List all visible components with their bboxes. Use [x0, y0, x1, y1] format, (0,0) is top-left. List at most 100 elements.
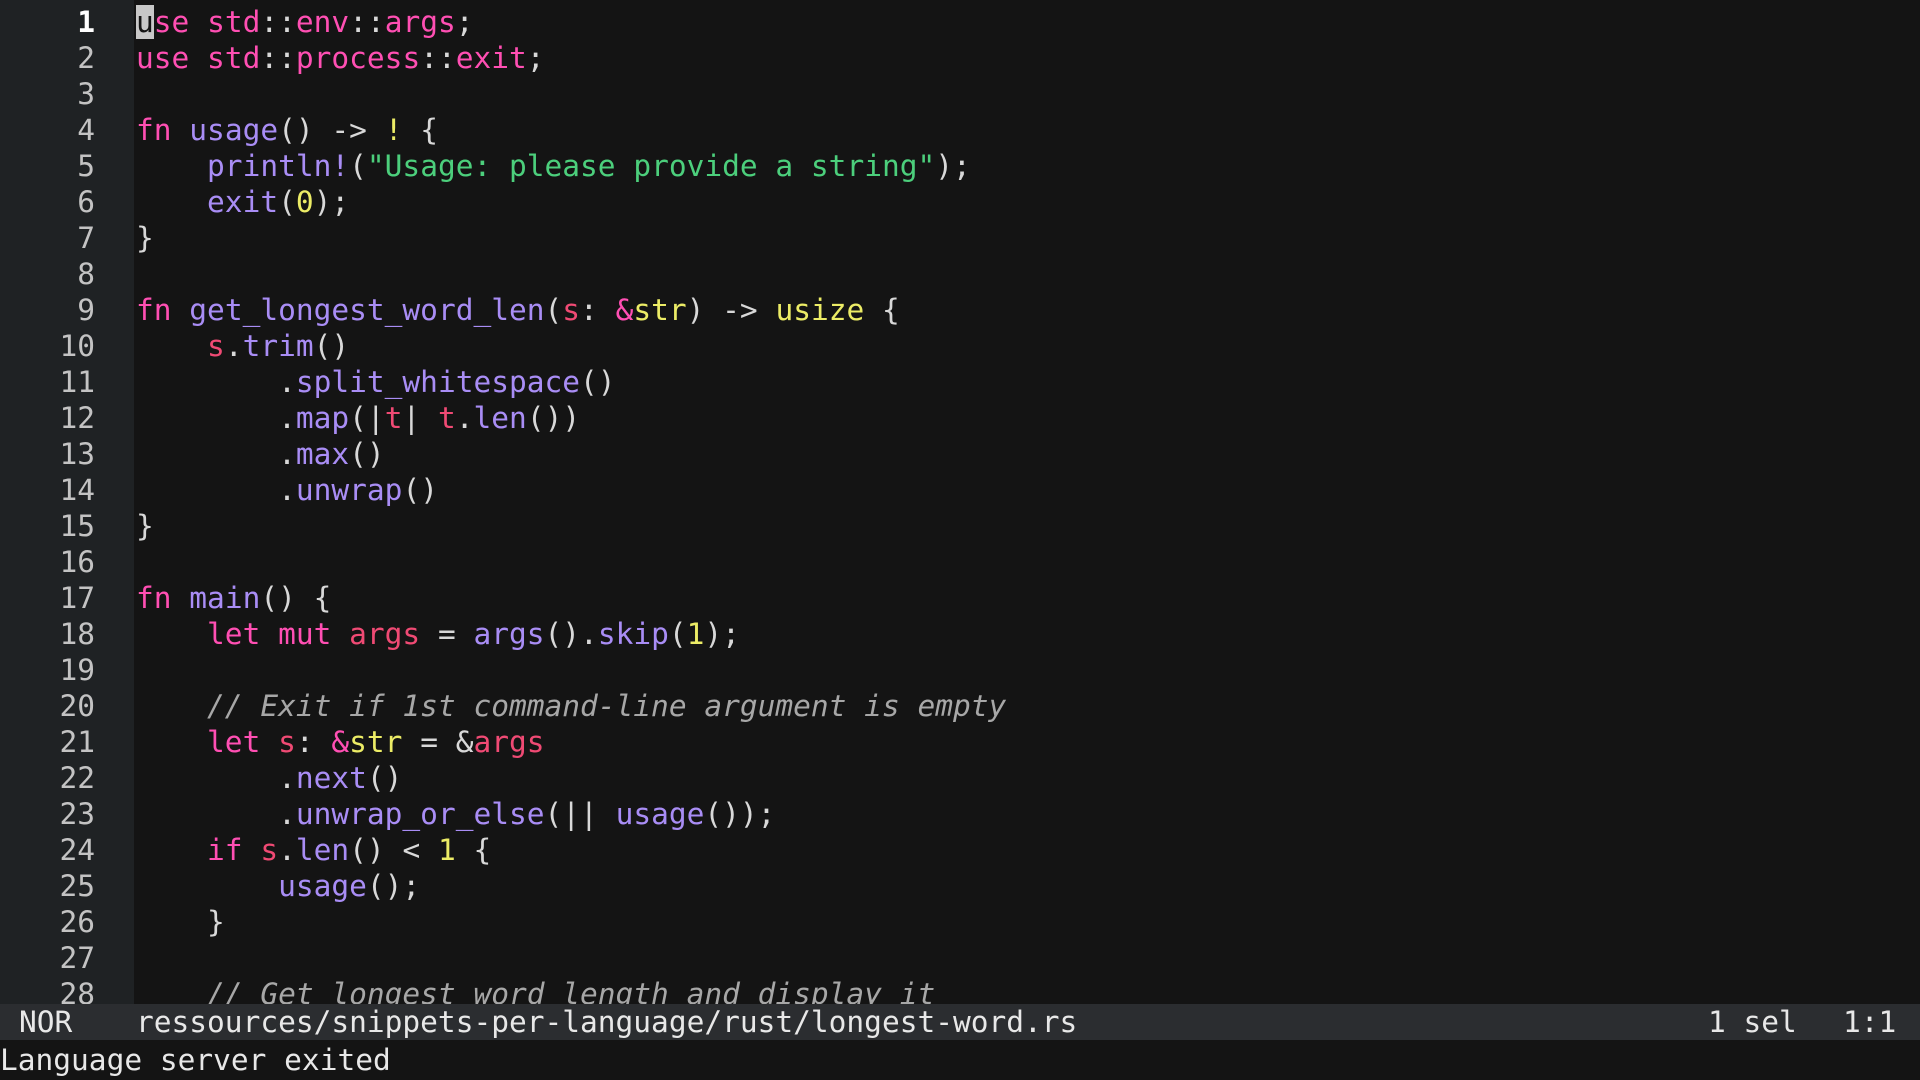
code-token: se	[153, 5, 208, 39]
code-line[interactable]: fn main() {	[136, 580, 331, 616]
line-number: 9	[77, 293, 95, 327]
line-number: 5	[77, 149, 95, 183]
code-token: args	[349, 617, 421, 651]
code-line[interactable]: s.trim()	[136, 328, 349, 364]
code-token: &	[615, 293, 634, 327]
code-token: 1	[437, 833, 456, 867]
line-number: 21	[59, 725, 95, 759]
code-token: .	[224, 329, 243, 363]
line-number: 22	[59, 761, 95, 795]
code-token: (	[349, 149, 367, 183]
code-area[interactable]: use std::env::args; use std::process::exi…	[136, 0, 1920, 1004]
code-line[interactable]: fn get_longest_word_len(s: &str) -> usiz…	[136, 292, 900, 328]
code-line[interactable]: .split_whitespace()	[136, 364, 615, 400]
code-line[interactable]: usage();	[136, 868, 420, 904]
code-token: {	[864, 293, 900, 327]
line-number: 8	[77, 257, 95, 291]
code-line[interactable]: let s: &str = &args	[136, 724, 545, 760]
code-token: unwrap	[295, 473, 403, 507]
code-line[interactable]: .unwrap_or_else(|| usage());	[136, 796, 775, 832]
code-line[interactable]: }	[136, 904, 225, 940]
line-number: 19	[59, 653, 95, 687]
code-token: ;	[526, 41, 545, 75]
selection-count: 1 sel	[1708, 1005, 1797, 1039]
text-cursor: u	[136, 5, 154, 39]
line-number: 11	[59, 365, 95, 399]
code-line[interactable]: println!("Usage: please provide a string…	[136, 148, 971, 184]
code-token: str	[633, 293, 687, 327]
code-token: (	[668, 617, 687, 651]
code-line[interactable]: // Get longest word length and display i…	[136, 976, 935, 1004]
code-line[interactable]: use std::process::exit;	[136, 40, 545, 76]
code-token: std	[207, 5, 261, 39]
code-token: :	[295, 725, 332, 759]
code-token: ()	[313, 329, 350, 363]
line-number: 12	[59, 401, 95, 435]
line-number: 20	[59, 689, 95, 723]
code-token: map	[295, 401, 350, 435]
code-token: .	[136, 365, 296, 399]
code-token: }	[136, 905, 225, 939]
line-number: 27	[59, 941, 95, 975]
code-line[interactable]: let mut args = args().skip(1);	[136, 616, 740, 652]
code-token: {	[402, 113, 438, 147]
code-token: // Exit if 1st command-line argument is …	[207, 689, 1007, 723]
code-token: =	[420, 617, 474, 651]
code-line[interactable]: use std::env::args;	[136, 4, 474, 40]
code-token: !	[384, 113, 403, 147]
code-token: ()	[402, 473, 438, 507]
code-token: max	[295, 437, 350, 471]
line-number: 15	[59, 509, 95, 543]
code-token: ();	[366, 869, 421, 903]
code-line[interactable]: }	[136, 508, 154, 544]
code-line[interactable]: .map(|t| t.len())	[136, 400, 580, 436]
code-line[interactable]: if s.len() < 1 {	[136, 832, 491, 868]
line-number: 7	[77, 221, 95, 255]
line-number: 1	[77, 5, 95, 39]
code-token: // Get longest word length and display i…	[207, 977, 936, 1004]
code-token: println!	[207, 149, 350, 183]
code-token: 0	[295, 185, 314, 219]
code-token: = &	[402, 725, 474, 759]
code-token: exit	[455, 41, 527, 75]
line-number-gutter: 1 2 3 4 5 6 7 8 9 10 11 12 13 14 15 16 17 18 19 20 21 22 23 24 2…	[0, 0, 134, 1004]
code-line[interactable]: .next()	[136, 760, 402, 796]
code-token: use	[136, 41, 208, 75]
code-line[interactable]: // Exit if 1st command-line argument is …	[136, 688, 1006, 724]
line-number: 25	[59, 869, 95, 903]
line-number: 26	[59, 905, 95, 939]
code-token: s	[260, 833, 279, 867]
code-token: .	[136, 437, 296, 471]
message-line: Language server exited	[0, 1040, 1920, 1080]
line-number: 4	[77, 113, 95, 147]
code-line[interactable]: .max()	[136, 436, 385, 472]
code-token: );	[935, 149, 971, 183]
line-number: 10	[59, 329, 95, 363]
code-token: t	[384, 401, 403, 435]
code-token: s	[207, 329, 225, 363]
code-token: ())	[526, 401, 581, 435]
code-token: () ->	[278, 113, 385, 147]
code-token: usage	[278, 869, 367, 903]
code-line[interactable]: fn usage() -> ! {	[136, 112, 438, 148]
mode-indicator: NOR	[19, 1005, 73, 1039]
code-line[interactable]: }	[136, 220, 154, 256]
code-token: }	[136, 221, 154, 255]
code-token: args	[473, 725, 545, 759]
code-token: env	[295, 5, 350, 39]
code-line[interactable]: .unwrap()	[136, 472, 438, 508]
editor-view[interactable]: 1 2 3 4 5 6 7 8 9 10 11 12 13 14 15 16 17 18 19 20 21 22 23 24 2…	[0, 0, 1920, 1004]
code-token: .	[136, 761, 296, 795]
line-number: 3	[77, 77, 95, 111]
line-number: 23	[59, 797, 95, 831]
code-token: .	[136, 797, 296, 831]
code-token: .	[278, 833, 296, 867]
code-token: t	[437, 401, 456, 435]
code-token: get_longest_word_len	[189, 293, 545, 327]
code-token: (|	[349, 401, 385, 435]
code-line[interactable]: exit(0);	[136, 184, 349, 220]
code-token: ()	[366, 761, 403, 795]
